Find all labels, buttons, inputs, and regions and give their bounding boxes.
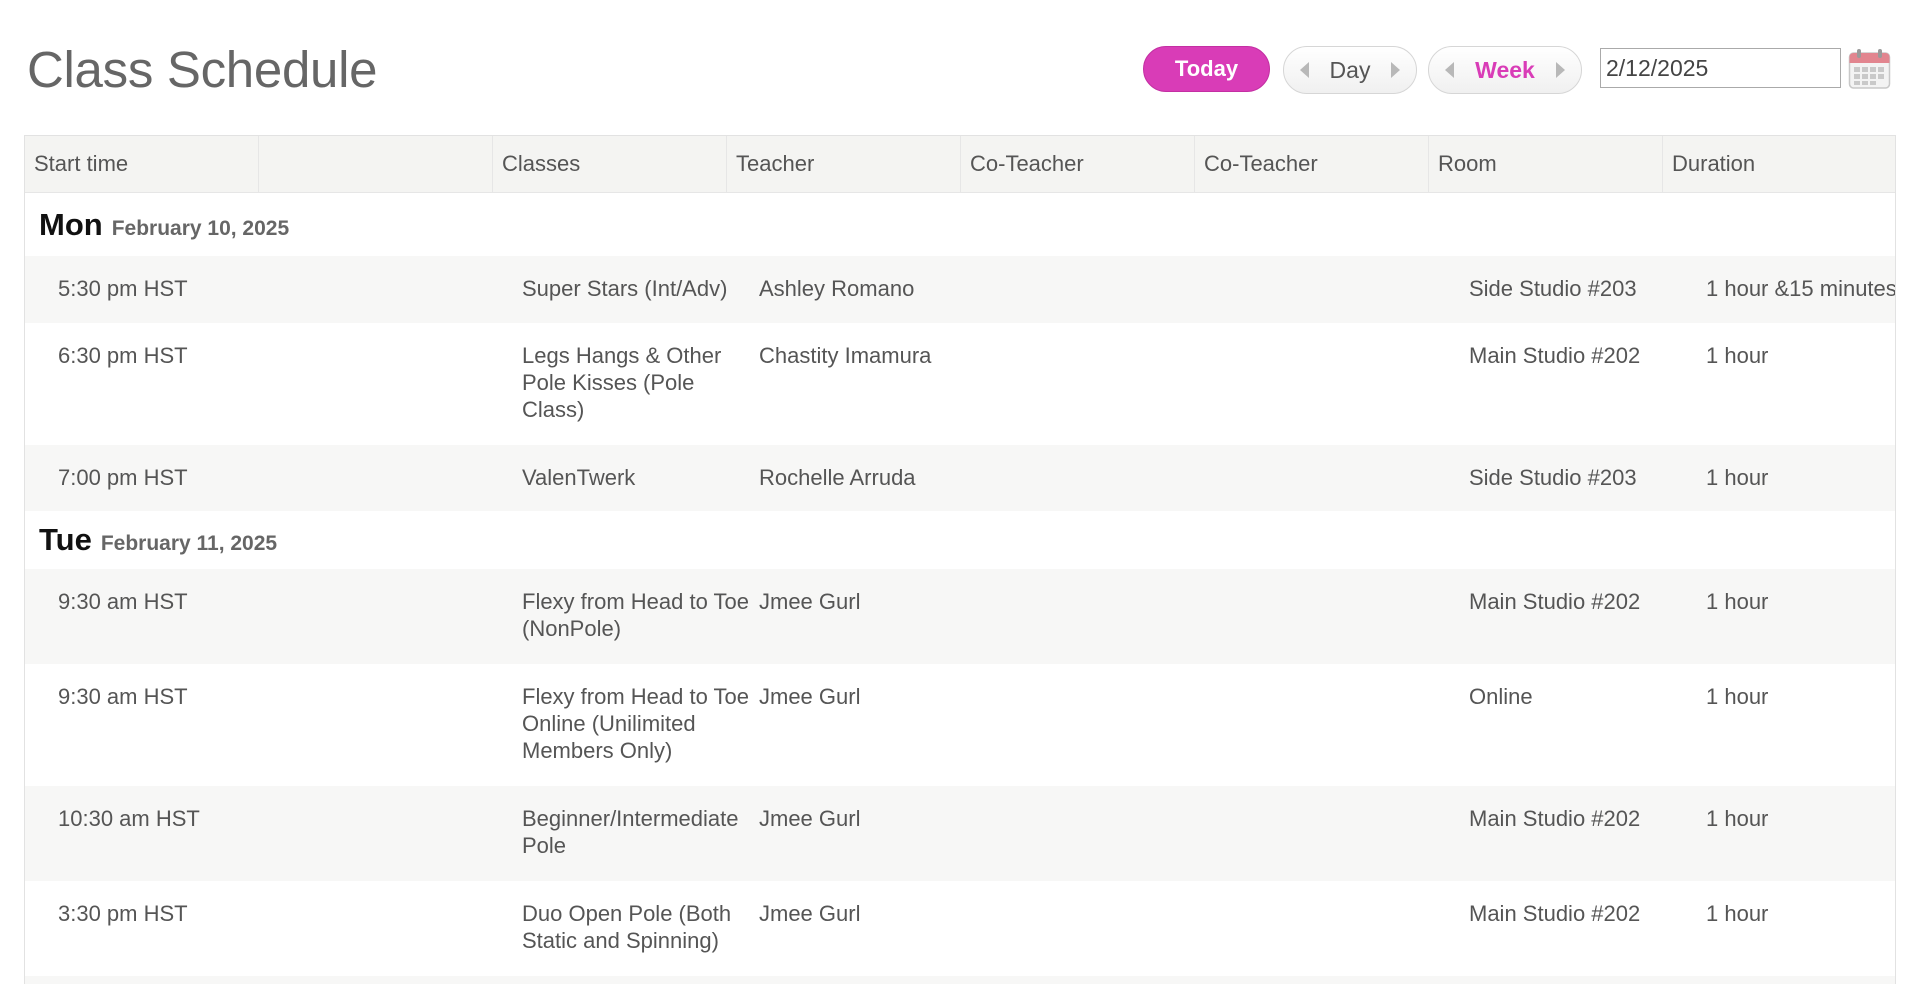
day-name: Mon xyxy=(39,207,103,242)
class-name-link[interactable]: Duo Open Pole (Both Static and Spinning) xyxy=(522,900,757,954)
table-header: Start time Classes Teacher Co-Teacher Co… xyxy=(25,135,1895,193)
room-name: Online xyxy=(1469,684,1533,709)
day-heading: Tue February 11, 2025 xyxy=(25,511,1895,569)
teacher-name-link[interactable]: Jmee Gurl xyxy=(759,588,860,615)
room-name: Main Studio #202 xyxy=(1469,806,1641,831)
column-header-duration[interactable]: Duration xyxy=(1663,136,1895,192)
room-name: Side Studio #203 xyxy=(1469,465,1637,490)
next-week-arrow-icon[interactable] xyxy=(1555,62,1565,78)
duration: 1 hour xyxy=(1706,343,1769,368)
table-row-partial xyxy=(25,976,1895,984)
teacher-name-link[interactable]: Jmee Gurl xyxy=(759,683,860,710)
table-row[interactable]: 10:30 am HST Beginner/Intermediate Pole … xyxy=(25,786,1895,881)
start-time: 5:30 pm HST xyxy=(58,276,188,301)
next-day-arrow-icon[interactable] xyxy=(1391,62,1400,78)
duration: 1 hour xyxy=(1706,806,1769,831)
duration: 1 hour xyxy=(1706,589,1769,614)
room-name: Side Studio #203 xyxy=(1469,276,1637,301)
table-row[interactable]: 9:30 am HST Flexy from Head to Toe Onlin… xyxy=(25,664,1895,786)
start-time: 9:30 am HST xyxy=(58,589,188,614)
table-row[interactable]: 6:30 pm HST Legs Hangs & Other Pole Kiss… xyxy=(25,323,1895,445)
column-header-start-time[interactable]: Start time xyxy=(25,136,259,192)
start-time: 10:30 am HST xyxy=(58,806,200,831)
teacher-name-link[interactable]: Jmee Gurl xyxy=(759,805,860,832)
class-name-link[interactable]: ValenTwerk xyxy=(522,464,757,491)
start-time: 3:30 pm HST xyxy=(58,901,188,926)
previous-day-arrow-icon[interactable] xyxy=(1300,62,1309,78)
room-name: Main Studio #202 xyxy=(1469,901,1641,926)
duration: 1 hour xyxy=(1706,465,1769,490)
duration: 1 hour xyxy=(1706,684,1769,709)
start-time: 7:00 pm HST xyxy=(58,465,188,490)
room-name: Main Studio #202 xyxy=(1469,589,1641,614)
previous-week-arrow-icon[interactable] xyxy=(1445,62,1454,78)
day-heading: Mon February 10, 2025 xyxy=(25,193,1895,256)
table-row[interactable]: 7:00 pm HST ValenTwerk Rochelle Arruda S… xyxy=(25,445,1895,511)
schedule-table: Start time Classes Teacher Co-Teacher Co… xyxy=(24,135,1896,984)
week-navigator: Week xyxy=(1428,46,1582,94)
column-header-co-teacher-2[interactable]: Co-Teacher xyxy=(1195,136,1429,192)
class-name-link[interactable]: Legs Hangs & Other Pole Kisses (Pole Cla… xyxy=(522,342,757,423)
teacher-name-link[interactable]: Rochelle Arruda xyxy=(759,464,916,491)
start-time: 6:30 pm HST xyxy=(58,343,188,368)
teacher-name-link[interactable]: Chastity Imamura xyxy=(759,342,931,369)
class-name-link[interactable]: Flexy from Head to Toe (NonPole) xyxy=(522,588,757,642)
duration: 1 hour &15 minutes xyxy=(1706,276,1896,301)
calendar-icon[interactable] xyxy=(1848,48,1891,90)
day-name: Tue xyxy=(39,522,92,557)
day-date: February 10, 2025 xyxy=(111,217,290,240)
day-view-button[interactable]: Day xyxy=(1330,57,1371,84)
day-navigator: Day xyxy=(1283,46,1417,94)
start-time: 9:30 am HST xyxy=(58,684,188,709)
column-header-room[interactable]: Room xyxy=(1429,136,1663,192)
teacher-name-link[interactable]: Ashley Romano xyxy=(759,275,914,302)
today-button[interactable]: Today xyxy=(1143,46,1270,92)
room-name: Main Studio #202 xyxy=(1469,343,1641,368)
duration: 1 hour xyxy=(1706,901,1769,926)
week-view-button[interactable]: Week xyxy=(1475,57,1535,84)
class-schedule-page: Class Schedule Today Day Week Start time… xyxy=(0,0,1910,984)
column-header-teacher[interactable]: Teacher xyxy=(727,136,961,192)
date-input[interactable] xyxy=(1600,48,1841,88)
day-date: February 11, 2025 xyxy=(100,532,278,555)
class-name-link[interactable]: Super Stars (Int/Adv) xyxy=(522,275,757,302)
class-name-link[interactable]: Flexy from Head to Toe Online (Unilimite… xyxy=(522,683,757,764)
page-title: Class Schedule xyxy=(27,41,378,98)
table-row[interactable]: 5:30 pm HST Super Stars (Int/Adv) Ashley… xyxy=(25,256,1895,323)
teacher-name-link[interactable]: Jmee Gurl xyxy=(759,900,860,927)
table-row[interactable]: 9:30 am HST Flexy from Head to Toe (NonP… xyxy=(25,569,1895,664)
column-header-blank xyxy=(259,136,493,192)
column-header-co-teacher[interactable]: Co-Teacher xyxy=(961,136,1195,192)
class-name-link[interactable]: Beginner/Intermediate Pole xyxy=(522,805,757,859)
column-header-classes[interactable]: Classes xyxy=(493,136,727,192)
table-row[interactable]: 3:30 pm HST Duo Open Pole (Both Static a… xyxy=(25,881,1895,976)
